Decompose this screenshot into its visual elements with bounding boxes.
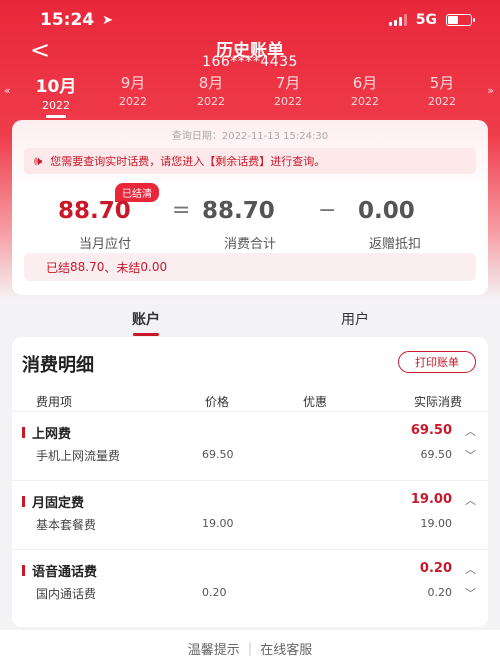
settlement-status: 已结 88.70 、未结 0.00 <box>24 253 476 281</box>
realtime-notice[interactable]: 🕪 您需要查询实时话费，请您进入【剩余话费】进行查询。 <box>24 148 476 174</box>
col-discount: 优惠 <box>303 395 328 409</box>
tab-account[interactable]: 账户 <box>106 309 186 329</box>
equals-sign: = <box>172 198 191 223</box>
item-name: 国内通话费 <box>36 587 97 601</box>
due-amount: 88.70 <box>58 198 131 224</box>
rebate-label: 返赠抵扣 <box>368 237 421 252</box>
footer-bar: 温馨提示 | 在线客服 <box>0 630 500 667</box>
footer-separator: | <box>247 641 253 656</box>
speaker-icon: 🕪 <box>34 153 43 169</box>
month-tab-aug[interactable]: 8月 2022 <box>181 72 241 108</box>
month-selector: « 10月 2022 9月 2022 8月 2022 7月 2022 6月 20… <box>0 72 500 118</box>
rebate-amount: 0.00 <box>358 198 415 224</box>
total-label: 消费合计 <box>223 237 276 252</box>
print-bill-button[interactable]: 打印账单 <box>398 351 476 373</box>
group-name[interactable]: 语音通话费 <box>22 561 97 580</box>
month-tab-sep[interactable]: 9月 2022 <box>103 72 163 108</box>
chevron-up-icon[interactable]: ︿ <box>465 561 476 577</box>
item-name: 手机上网流量费 <box>36 449 121 463</box>
divider <box>12 411 488 412</box>
col-actual: 实际消费 <box>414 395 463 409</box>
minus-sign: − <box>318 198 337 223</box>
tab-user[interactable]: 用户 <box>315 309 395 329</box>
notice-text: 您需要查询实时话费，请您进入【剩余话费】进行查询。 <box>50 155 326 168</box>
item-actual: 0.20 <box>427 586 453 599</box>
item-name: 基本套餐费 <box>36 518 97 532</box>
chevron-up-icon[interactable]: ︿ <box>465 492 476 508</box>
active-tab-indicator <box>133 333 159 336</box>
group-name[interactable]: 月固定费 <box>22 492 84 511</box>
item-actual: 69.50 <box>420 448 453 461</box>
online-service-link[interactable]: 在线客服 <box>260 639 312 658</box>
group-total: 19.00 <box>410 492 452 507</box>
status-time: 15:24 <box>40 10 95 30</box>
col-price: 价格 <box>205 395 230 409</box>
nav-bar: < 历史账单 166****4435 <box>0 34 500 70</box>
divider <box>12 549 488 550</box>
month-tab-oct[interactable]: 10月 2022 <box>26 72 86 118</box>
view-tabs: 账户 用户 <box>0 305 500 336</box>
location-arrow-icon: ➤ <box>102 12 114 28</box>
detail-title: 消费明细 <box>22 355 94 376</box>
col-item: 费用项 <box>36 395 73 409</box>
divider <box>12 480 488 481</box>
total-amount: 88.70 <box>202 198 275 224</box>
query-date: 查询日期：2022-11-13 15:24:30 <box>171 131 329 142</box>
month-tab-jun[interactable]: 6月 2022 <box>335 72 395 108</box>
signal-icon <box>388 14 407 26</box>
chevron-down-icon[interactable]: ﹀ <box>465 585 476 601</box>
item-price: 69.50 <box>202 448 234 461</box>
month-tab-may[interactable]: 5月 2022 <box>412 72 472 108</box>
chevron-up-icon[interactable]: ︿ <box>465 423 476 439</box>
item-actual: 19.00 <box>420 517 453 530</box>
bill-summary-card: 查询日期：2022-11-13 15:24:30 🕪 您需要查询实时话费，请您进… <box>12 120 488 295</box>
group-total: 0.20 <box>419 561 452 576</box>
battery-icon <box>446 14 475 26</box>
network-type: 5G <box>415 12 437 28</box>
phone-number: 166****4435 <box>202 54 298 70</box>
item-price: 19.00 <box>202 517 234 530</box>
active-month-indicator <box>46 115 66 118</box>
due-label: 当月应付 <box>78 237 131 252</box>
month-tab-jul[interactable]: 7月 2022 <box>258 72 318 108</box>
consumption-detail-card: 消费明细 打印账单 费用项 价格 优惠 实际消费 上网费 69.50 ︿ 手机上… <box>12 337 488 627</box>
double-chevron-left-icon[interactable]: « <box>4 84 11 97</box>
group-name[interactable]: 上网费 <box>22 423 71 442</box>
chevron-down-icon[interactable]: ﹀ <box>465 447 476 463</box>
tips-link[interactable]: 温馨提示 <box>188 639 240 658</box>
double-chevron-right-icon[interactable]: » <box>487 84 494 97</box>
item-price: 0.20 <box>202 586 227 599</box>
group-total: 69.50 <box>410 423 452 438</box>
